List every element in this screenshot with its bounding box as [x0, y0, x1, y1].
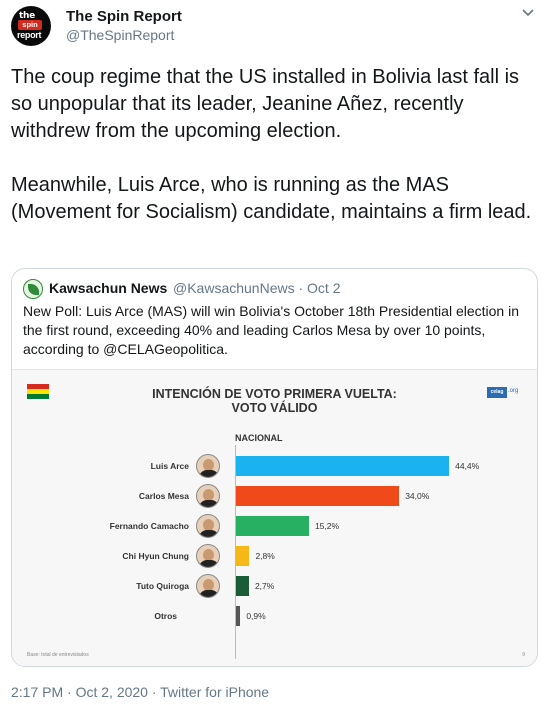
candidate-photo-fernando-camacho [196, 514, 220, 538]
tweet-header: the spin report The Spin Report @TheSpin… [11, 6, 537, 46]
candidate-name-carlos-mesa: Carlos Mesa [138, 491, 189, 501]
candidate-photo-chi-hyun-chung [196, 544, 220, 568]
tweet-timestamp[interactable]: 2:17 PM · Oct 2, 2020 · Twitter for iPho… [11, 684, 269, 700]
celag-logo-box: celag [487, 387, 507, 398]
photo-suit [199, 500, 219, 507]
bar-carlos-mesa [236, 486, 400, 506]
chevron-down-icon[interactable] [519, 6, 537, 20]
bar-otros [236, 606, 241, 626]
candidate-name-luis-arce: Luis Arce [150, 461, 189, 471]
quoted-meta[interactable]: @KawsachunNews · Oct 2 [173, 280, 341, 296]
quoted-avatar[interactable] [23, 279, 43, 299]
chart-page-number: 9 [522, 652, 525, 658]
author-avatar[interactable]: the spin report [11, 6, 51, 46]
avatar-line-2: spin [18, 20, 42, 30]
photo-suit [199, 470, 219, 477]
series-label: NACIONAL [235, 433, 283, 443]
candidate-photo-tuto-quiroga [196, 574, 220, 598]
quoted-tweet[interactable]: Kawsachun News @KawsachunNews · Oct 2 Ne… [11, 268, 538, 667]
celag-logo-suffix: .org [508, 388, 519, 394]
celag-logo: celag .org [487, 387, 519, 398]
quoted-text: New Poll: Luis Arce (MAS) will win Boliv… [23, 303, 519, 357]
poll-chart-image[interactable]: INTENCIÓN DE VOTO PRIMERA VUELTA: VOTO V… [12, 369, 537, 666]
quoted-author-name[interactable]: Kawsachun News [49, 280, 167, 296]
candidate-photo-carlos-mesa [196, 484, 220, 508]
bar-tuto-quiroga [236, 576, 249, 596]
chart-title: INTENCIÓN DE VOTO PRIMERA VUELTA: VOTO V… [12, 387, 537, 415]
author-name[interactable]: The Spin Report [66, 8, 182, 25]
chart-footnote: Base: total de entrevistados [27, 652, 89, 658]
candidate-name-tuto-quiroga: Tuto Quiroga [136, 581, 189, 591]
chart-title-line-1: INTENCIÓN DE VOTO PRIMERA VUELTA: [152, 387, 397, 401]
author-handle[interactable]: @TheSpinReport [66, 27, 174, 43]
bar-fernando-camacho [236, 516, 309, 536]
bar-value-fernando-camacho: 15,2% [314, 521, 340, 531]
bar-luis-arce [236, 456, 450, 476]
leaf-icon [28, 284, 39, 295]
bar-value-otros: 0,9% [246, 611, 266, 621]
bar-value-tuto-quiroga: 2,7% [254, 581, 275, 591]
chart-subtitle: VOTO VÁLIDO [231, 401, 318, 415]
candidate-name-otros: Otros [154, 611, 177, 621]
photo-suit [199, 590, 219, 597]
avatar-line-3: report [17, 30, 42, 40]
bar-chi-hyun-chung [236, 546, 250, 566]
candidate-name-chi-hyun-chung: Chi Hyun Chung [122, 551, 189, 561]
tweet-text: The coup regime that the US installed in… [11, 66, 532, 223]
candidate-photo-luis-arce [196, 454, 220, 478]
photo-suit [199, 530, 219, 537]
candidate-name-fernando-camacho: Fernando Camacho [109, 521, 189, 531]
bar-value-luis-arce: 44,4% [455, 461, 480, 471]
photo-suit [199, 560, 219, 567]
bar-value-chi-hyun-chung: 2,8% [255, 551, 275, 561]
bar-value-carlos-mesa: 34,0% [405, 491, 430, 501]
